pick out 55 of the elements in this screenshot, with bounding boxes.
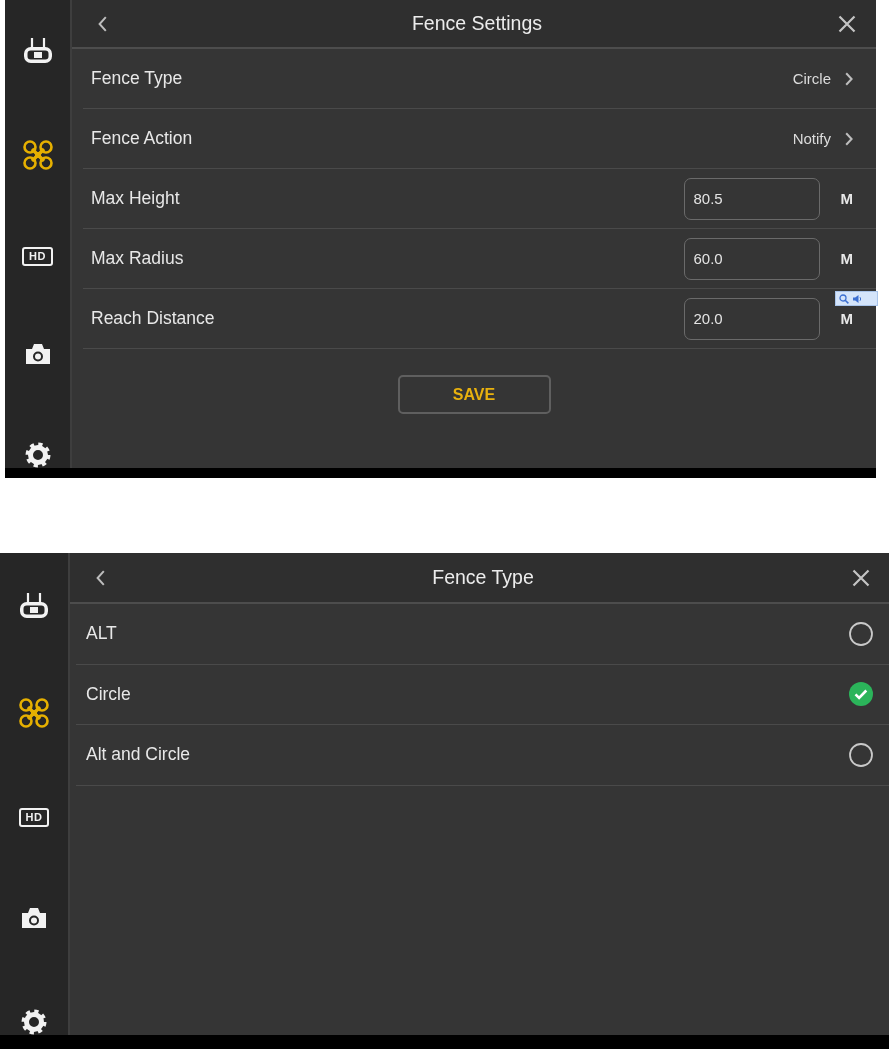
settings-icon [24,442,51,468]
close-button[interactable] [838,14,856,33]
chevron-right-icon [845,71,853,86]
sidebar-tab[interactable] [21,1009,47,1035]
setting-value: Circle [792,70,831,87]
setting-label: Fence Type [91,68,184,89]
remote-controller-icon [23,38,52,63]
close-icon [838,14,856,33]
sidebar-tab[interactable] [21,907,47,929]
sidebar-tab[interactable]: HD [18,808,50,827]
option-row[interactable]: Alt and Circle [76,725,889,786]
unit-label: M [840,310,853,327]
sidebar-tab[interactable] [20,593,48,618]
number-field[interactable]: 20.0 [683,297,820,340]
option-label: ALT [86,623,118,645]
camera-icon [21,907,47,929]
option-label: Alt and Circle [86,744,192,766]
back-icon [96,569,105,586]
camera-icon [24,343,51,365]
unit-label: M [840,250,853,267]
unit-label: M [840,190,853,207]
close-icon [852,568,870,587]
setting-label: Fence Action [91,128,194,149]
drone-icon [19,698,49,728]
setting-label: Reach Distance [91,308,216,329]
screen-title: Fence Settings [411,12,543,35]
sidebar-tab[interactable] [24,442,51,468]
sidebar-tab[interactable] [22,140,53,170]
search-icon[interactable] [839,293,849,304]
sidebar-tab[interactable]: HD [22,247,53,266]
setting-label: Max Radius [91,248,185,269]
option-row[interactable]: ALT [76,604,889,665]
drone-icon [22,140,53,170]
sidebar-tab[interactable] [23,38,52,63]
back-button[interactable] [98,15,107,32]
speaker-icon[interactable] [852,293,862,304]
floating-toolbar[interactable] [835,291,878,306]
number-field[interactable]: 60.0 [683,237,820,280]
chevron-right-icon [845,131,853,146]
close-button[interactable] [852,568,870,587]
save-button[interactable]: SAVE [397,375,551,414]
number-field[interactable]: 80.5 [683,177,820,220]
option-label: Circle [86,683,132,705]
option-row[interactable]: Circle [76,664,889,725]
back-icon [98,15,107,32]
screen-title: Fence Type [432,566,534,589]
settings-icon [21,1009,47,1035]
menu-row[interactable]: Fence Type Circle [83,49,876,109]
setting-label: Max Height [91,188,181,209]
menu-row[interactable]: Fence Action Notify [83,109,876,169]
sidebar-tab[interactable] [19,698,49,728]
remote-controller-icon [20,593,48,618]
back-button[interactable] [96,569,105,586]
setting-value: Notify [792,130,831,147]
sidebar-tab[interactable] [24,343,51,365]
